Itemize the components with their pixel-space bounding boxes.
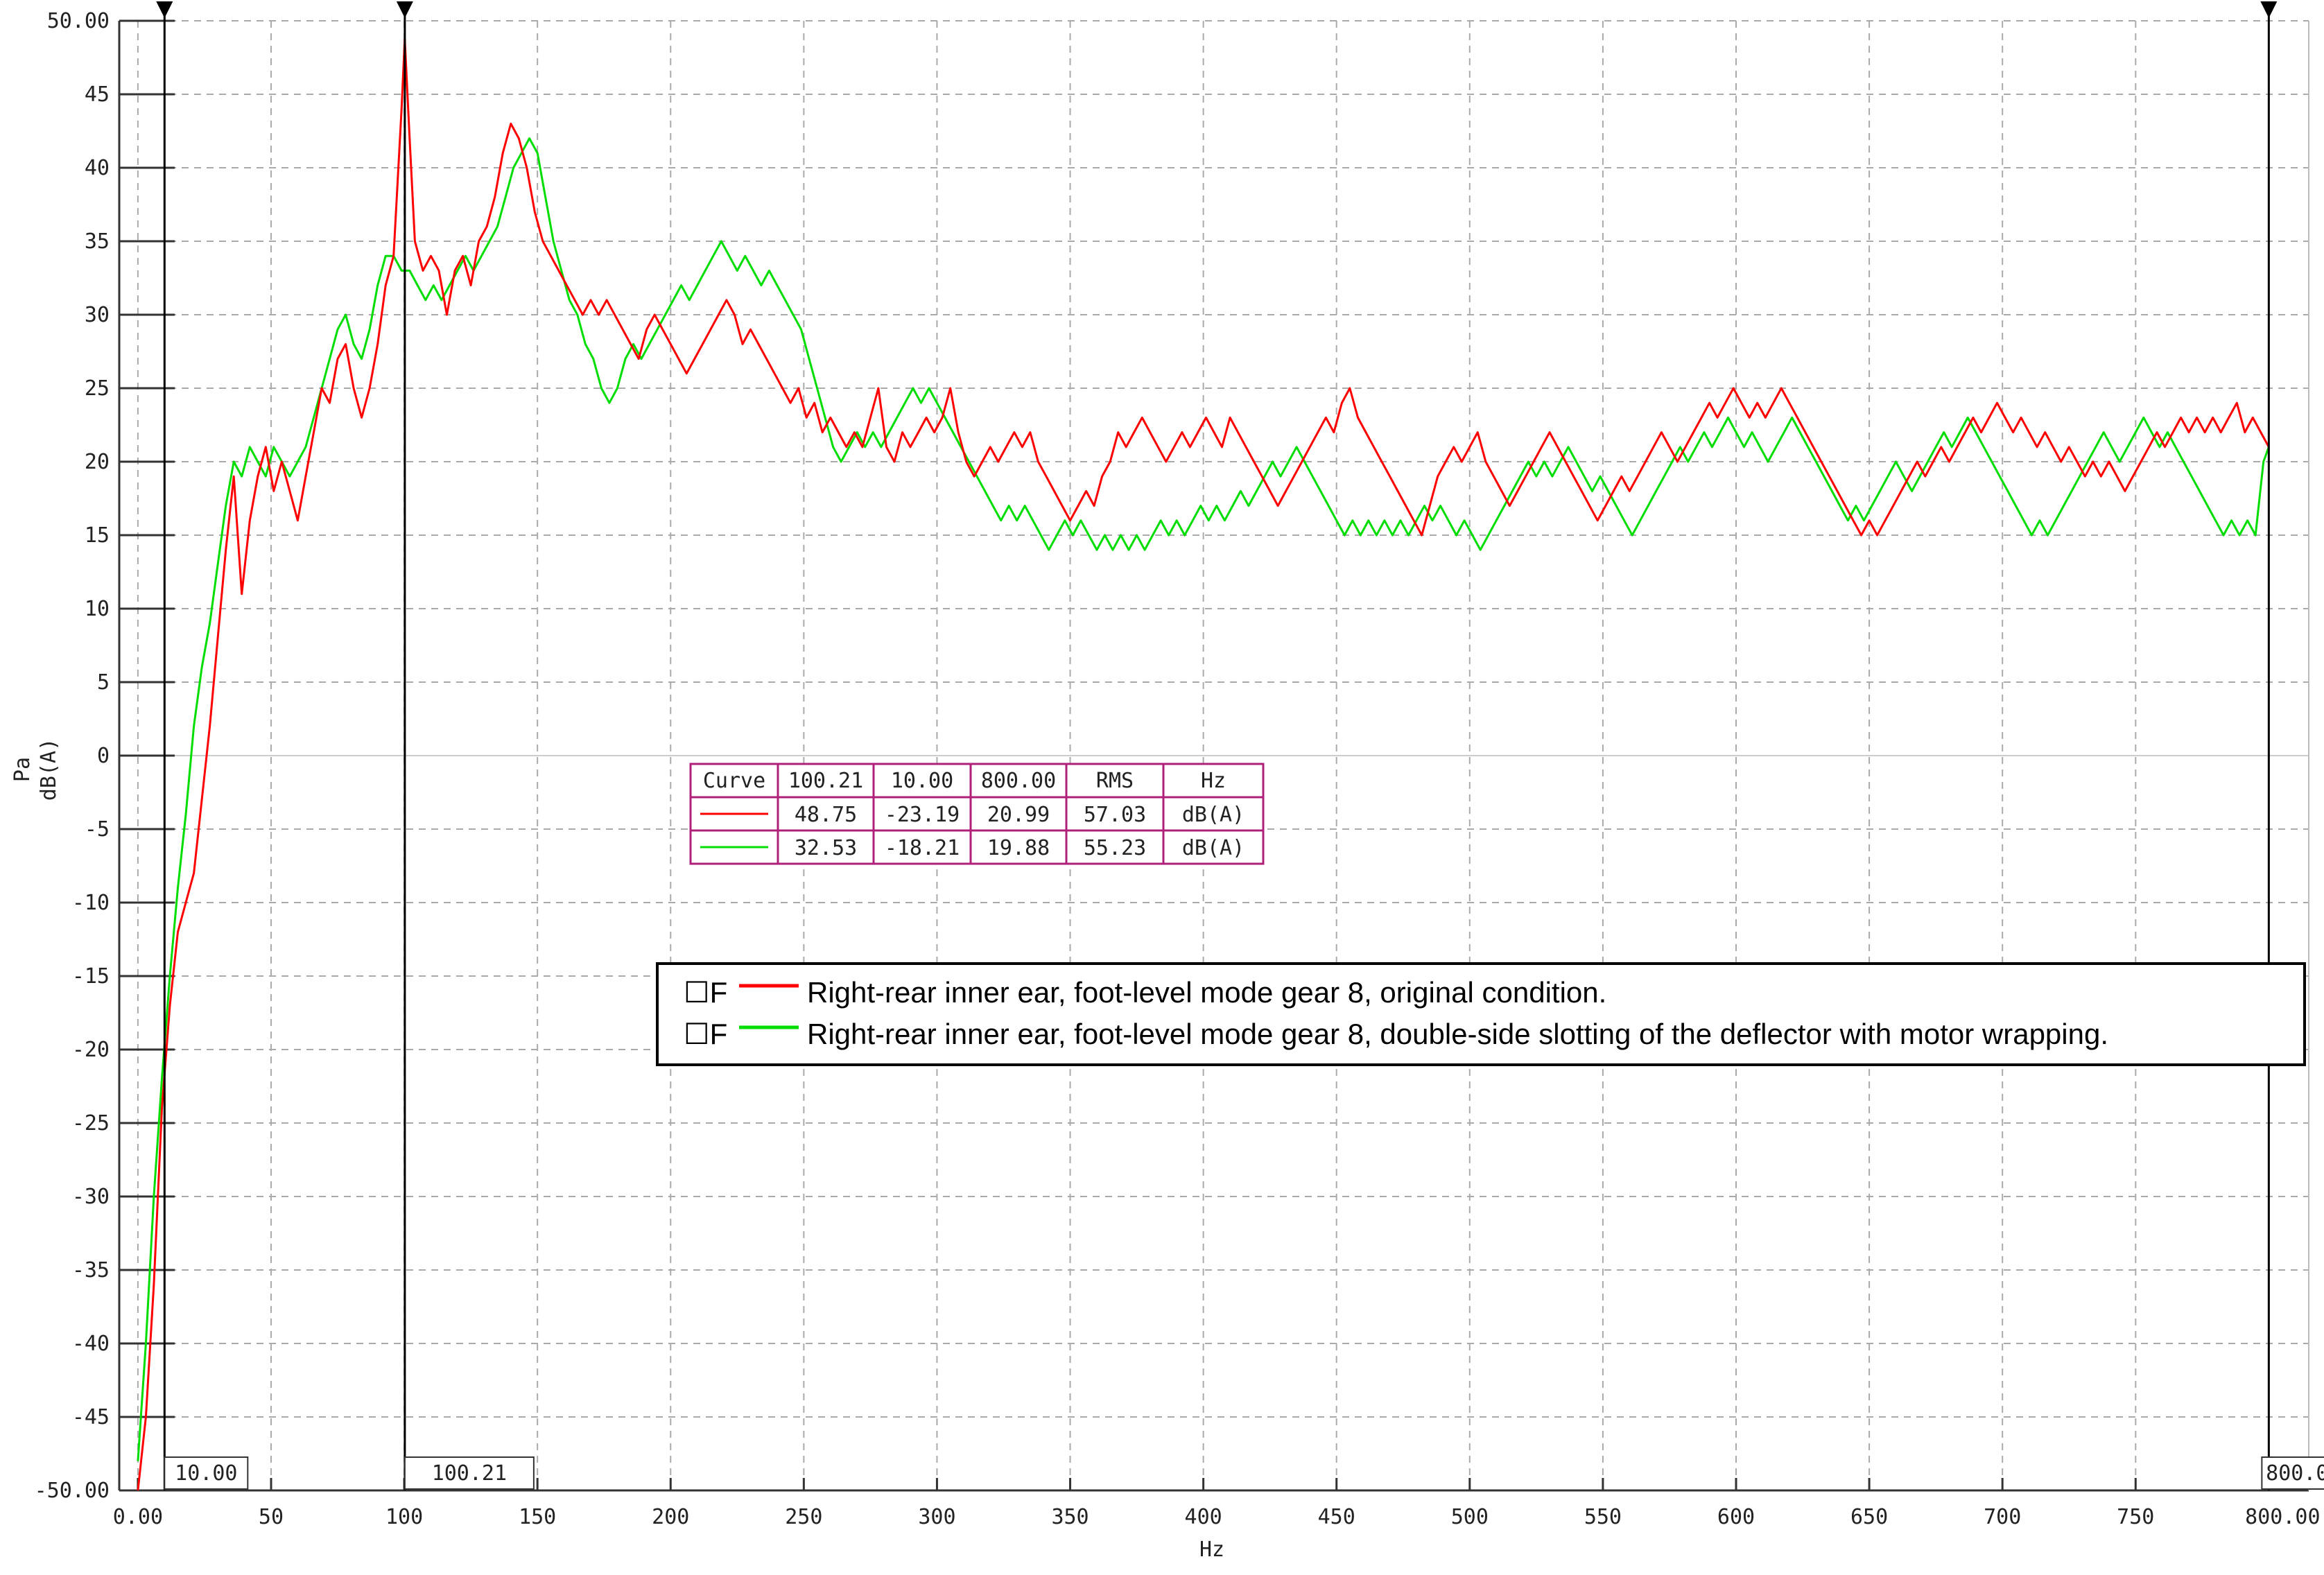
stats-table-cell: 32.53 [795,836,857,860]
x-tick-label: 800.00 [2245,1505,2320,1529]
stats-table-header: Hz [1201,769,1226,793]
stats-table-cell: 19.88 [987,836,1050,860]
y-tick-label: 0 [97,744,110,768]
x-tick-label: 150 [519,1505,556,1529]
y-tick-label: -15 [72,964,110,989]
stats-table-cell: -18.21 [885,836,960,860]
frequency-spectrum-chart: 50.00 45 40 35 30 25 20 15 10 5 0 -5 -10 -15 -20 -25 -30… [0,0,2324,1572]
y-tick-label: -35 [72,1258,110,1282]
y-tick-label: -40 [72,1332,110,1356]
chart-svg: 50.00454035302520151050-5-10-15-20-25-30… [0,0,2324,1572]
stats-table: Curve 100.21 10.00 800.00 RMS Hz 48.75 -23.19 20… [689,763,1265,865]
y-tick-label: 25 [85,376,110,401]
x-tick-label: 250 [785,1505,822,1529]
x-tick-label: 350 [1051,1505,1089,1529]
cursor-label: 10.00 [175,1461,237,1486]
x-tick-label: 750 [2117,1505,2154,1529]
cursor-label: 100.21 [432,1461,507,1486]
legend-prefix: ☐F [684,976,727,1009]
stats-table-cell: 57.03 [1084,803,1146,827]
y-tick-label: -10 [72,891,110,915]
x-tick-label: 0.00 [113,1505,163,1529]
x-tick-label: 200 [652,1505,689,1529]
legend-entry: Right-rear inner ear, foot-level mode ge… [807,976,1606,1009]
y-tick-label: 5 [97,670,110,695]
x-tick-label: 550 [1584,1505,1622,1529]
y-tick-label: -45 [72,1405,110,1429]
x-tick-label: 300 [918,1505,955,1529]
y-axis-title-pa: Pa [10,757,35,782]
x-tick-label: 50 [259,1505,284,1529]
y-tick-label: 35 [85,229,110,254]
stats-table-cell: 48.75 [795,803,857,827]
y-tick-label: 20 [85,450,110,474]
stats-table-frame [689,763,1265,865]
stats-table-header: RMS [1096,769,1134,793]
stats-table-cell: dB(A) [1182,836,1245,860]
legend: ☐F Right-rear inner ear, foot-level mode … [656,962,2306,1066]
x-tick-label: 500 [1451,1505,1489,1529]
y-tick-label: 45 [85,82,110,107]
y-tick-label: -20 [72,1038,110,1062]
y-tick-label: 15 [85,523,110,548]
y-tick-label: 50.00 [47,9,110,33]
y-tick-label: 10 [85,597,110,621]
x-tick-label: 100 [385,1505,423,1529]
y-tick-label: -30 [72,1185,110,1209]
stats-table-header: 10.00 [891,769,953,793]
y-axis-title-unit: dB(A) [37,738,61,801]
stats-table-header: 100.21 [788,769,863,793]
y-tick-label: 30 [85,303,110,327]
stats-table-cell: dB(A) [1182,803,1245,827]
x-tick-label: 400 [1185,1505,1222,1529]
y-tick-label: -5 [85,817,110,842]
legend-prefix: ☐F [684,1018,727,1050]
x-tick-label: 450 [1318,1505,1355,1529]
stats-table-cell: -23.19 [885,803,960,827]
y-tick-label: 40 [85,156,110,180]
y-tick-label: -50.00 [35,1479,110,1503]
legend-entry: Right-rear inner ear, foot-level mode ge… [807,1018,2108,1050]
y-tick-label: -25 [72,1111,110,1135]
stats-table-cell: 55.23 [1084,836,1146,860]
stats-table-header: 800.00 [981,769,1056,793]
x-tick-label: 650 [1850,1505,1888,1529]
x-tick-label: 600 [1717,1505,1755,1529]
x-axis-title: Hz [1199,1538,1224,1562]
cursor-label: 800.00 [2266,1461,2324,1486]
x-tick-label: 700 [1984,1505,2021,1529]
stats-table-header: Curve [703,769,765,793]
stats-table-cell: 20.99 [987,803,1050,827]
